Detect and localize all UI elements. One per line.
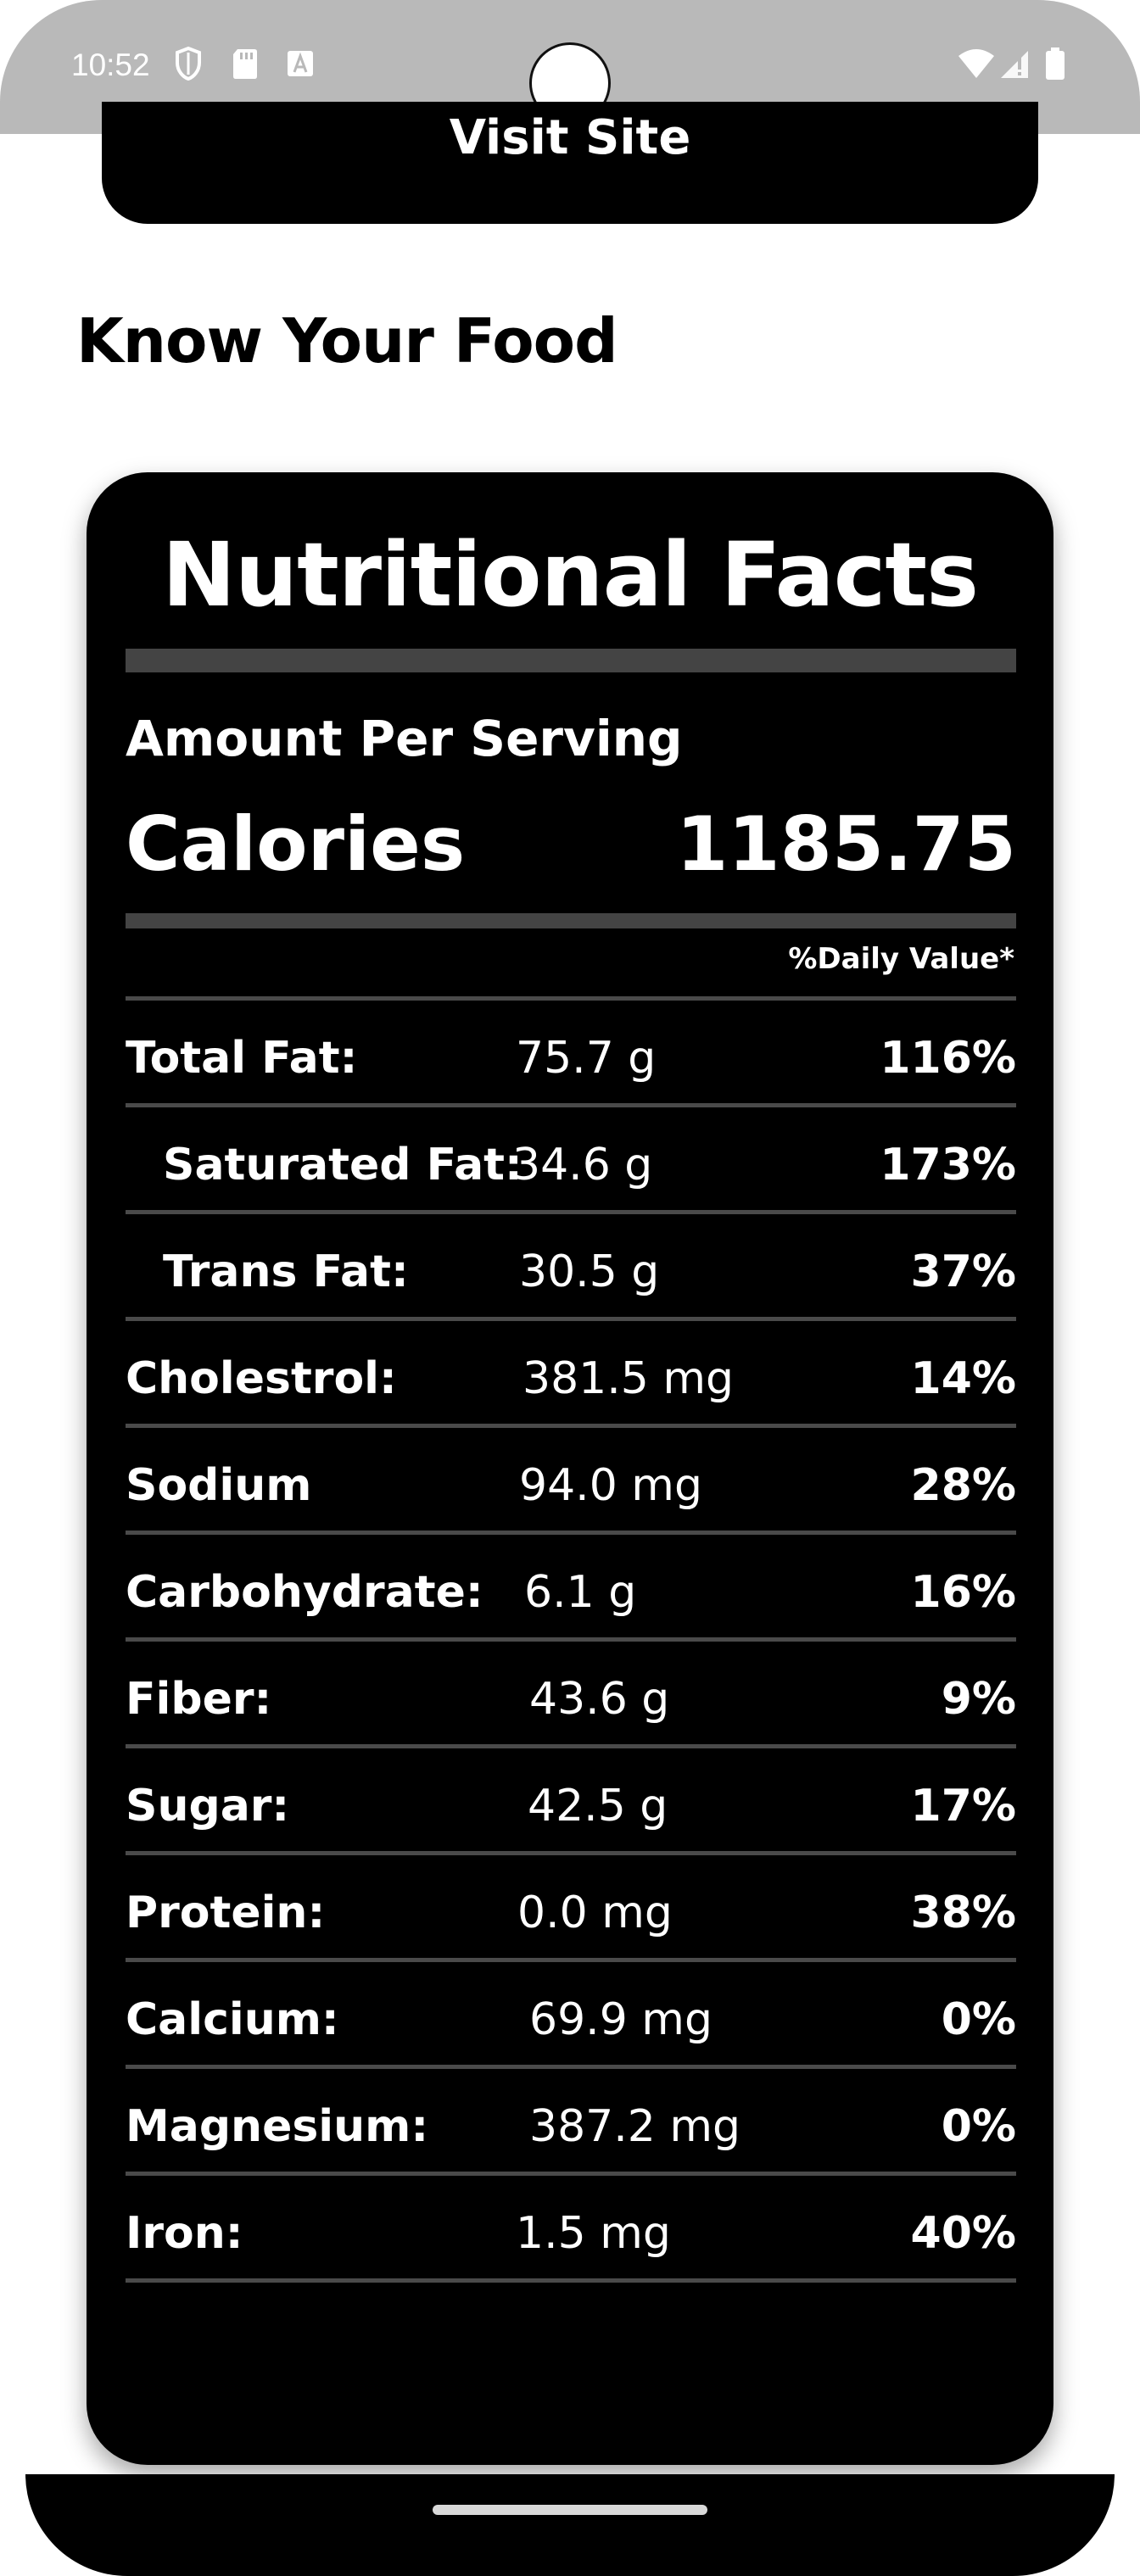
nutrient-daily-percent: 173% (880, 1140, 1016, 1190)
nutrient-label: Calcium: (126, 1994, 339, 2045)
nutrient-label: Trans Fat: (163, 1246, 409, 1297)
a-icon (288, 51, 313, 76)
nutrient-label: Saturated Fat: (163, 1140, 522, 1190)
nutrient-daily-percent: 37% (910, 1246, 1016, 1297)
nutrient-daily-percent: 16% (910, 1567, 1016, 1618)
calories-value: 1185.75 (676, 800, 1016, 888)
sd-card-icon (233, 49, 257, 79)
nutrient-row: Cholestrol: 381.5 mg 14% (126, 1321, 1016, 1428)
nutrient-row: Sodium 94.0 mg 28% (126, 1428, 1016, 1535)
nutrient-daily-percent: 9% (941, 1674, 1016, 1725)
nutrient-amount: 30.5 g (519, 1246, 660, 1297)
nutrient-label: Protein: (126, 1887, 326, 1938)
nutrient-label: Sodium (126, 1460, 312, 1511)
divider-bar (126, 649, 1016, 672)
shield-icon (176, 46, 201, 81)
nutrient-label: Total Fat: (126, 1033, 358, 1084)
nutrient-amount: 387.2 mg (529, 2101, 741, 2152)
signal-icon (1001, 51, 1028, 78)
nutrient-daily-percent: 40% (910, 2208, 1016, 2259)
nutrient-daily-percent: 38% (910, 1887, 1016, 1938)
row-divider (126, 2278, 1016, 2283)
nutrient-label: Fiber: (126, 1674, 272, 1725)
section-title: Know Your Food (76, 305, 618, 376)
visit-site-label: Visit Site (449, 110, 691, 165)
nutrient-row: Carbohydrate: 6.1 g 16% (126, 1535, 1016, 1642)
nutrient-amount: 42.5 g (528, 1781, 668, 1832)
status-time: 10:52 (71, 47, 150, 82)
nutrient-amount: 75.7 g (516, 1033, 657, 1084)
nutrient-amount: 0.0 mg (517, 1887, 673, 1938)
battery-icon (1046, 47, 1065, 80)
nutrient-daily-percent: 14% (910, 1353, 1016, 1404)
calories-label: Calories (126, 800, 466, 888)
nutrient-daily-percent: 17% (910, 1781, 1016, 1832)
daily-value-header: %Daily Value* (788, 942, 1014, 976)
nutrient-row: Sugar: 42.5 g 17% (126, 1748, 1016, 1855)
divider-bar (126, 913, 1016, 928)
nutrient-amount: 1.5 mg (516, 2208, 671, 2259)
nutrient-row: Magnesium: 387.2 mg 0% (126, 2069, 1016, 2176)
nutrient-label: Magnesium: (126, 2101, 429, 2152)
nutrient-amount: 34.6 g (512, 1140, 653, 1190)
wifi-icon (958, 49, 994, 78)
amount-per-serving: Amount Per Serving (126, 710, 683, 767)
nutrient-label: Sugar: (126, 1781, 290, 1832)
nutrient-amount: 94.0 mg (519, 1460, 702, 1511)
nutrient-amount: 381.5 mg (522, 1353, 735, 1404)
nutrition-title: Nutritional Facts (161, 523, 979, 627)
nutrient-label: Cholestrol: (126, 1353, 397, 1404)
home-gesture-handle[interactable] (433, 2505, 707, 2515)
nutrient-amount: 69.9 mg (529, 1994, 712, 2045)
nutrient-row: Protein: 0.0 mg 38% (126, 1855, 1016, 1962)
nutrient-row: Fiber: 43.6 g 9% (126, 1642, 1016, 1748)
navigation-bar (25, 2474, 1115, 2576)
nutrient-label: Carbohydrate: (126, 1567, 483, 1618)
nutrient-row: Iron: 1.5 mg 40% (126, 2176, 1016, 2283)
visit-site-button[interactable]: Visit Site (102, 102, 1038, 224)
nutrient-label: Iron: (126, 2208, 243, 2259)
nutrient-amount: 43.6 g (529, 1674, 670, 1725)
nutrient-amount: 6.1 g (524, 1567, 637, 1618)
nutrient-row: Total Fat: 75.7 g 116% (126, 1001, 1016, 1107)
nutrient-row: Calcium: 69.9 mg 0% (126, 1962, 1016, 2069)
nutrient-daily-percent: 28% (910, 1460, 1016, 1511)
nutrient-row: Trans Fat: 30.5 g 37% (126, 1214, 1016, 1321)
nutrition-card: Nutritional Facts Amount Per Serving Cal… (87, 472, 1053, 2465)
nutrient-row: Saturated Fat: 34.6 g 173% (126, 1107, 1016, 1214)
nutrient-daily-percent: 0% (941, 2101, 1016, 2152)
nutrient-daily-percent: 116% (880, 1033, 1016, 1084)
nutrient-daily-percent: 0% (941, 1994, 1016, 2045)
